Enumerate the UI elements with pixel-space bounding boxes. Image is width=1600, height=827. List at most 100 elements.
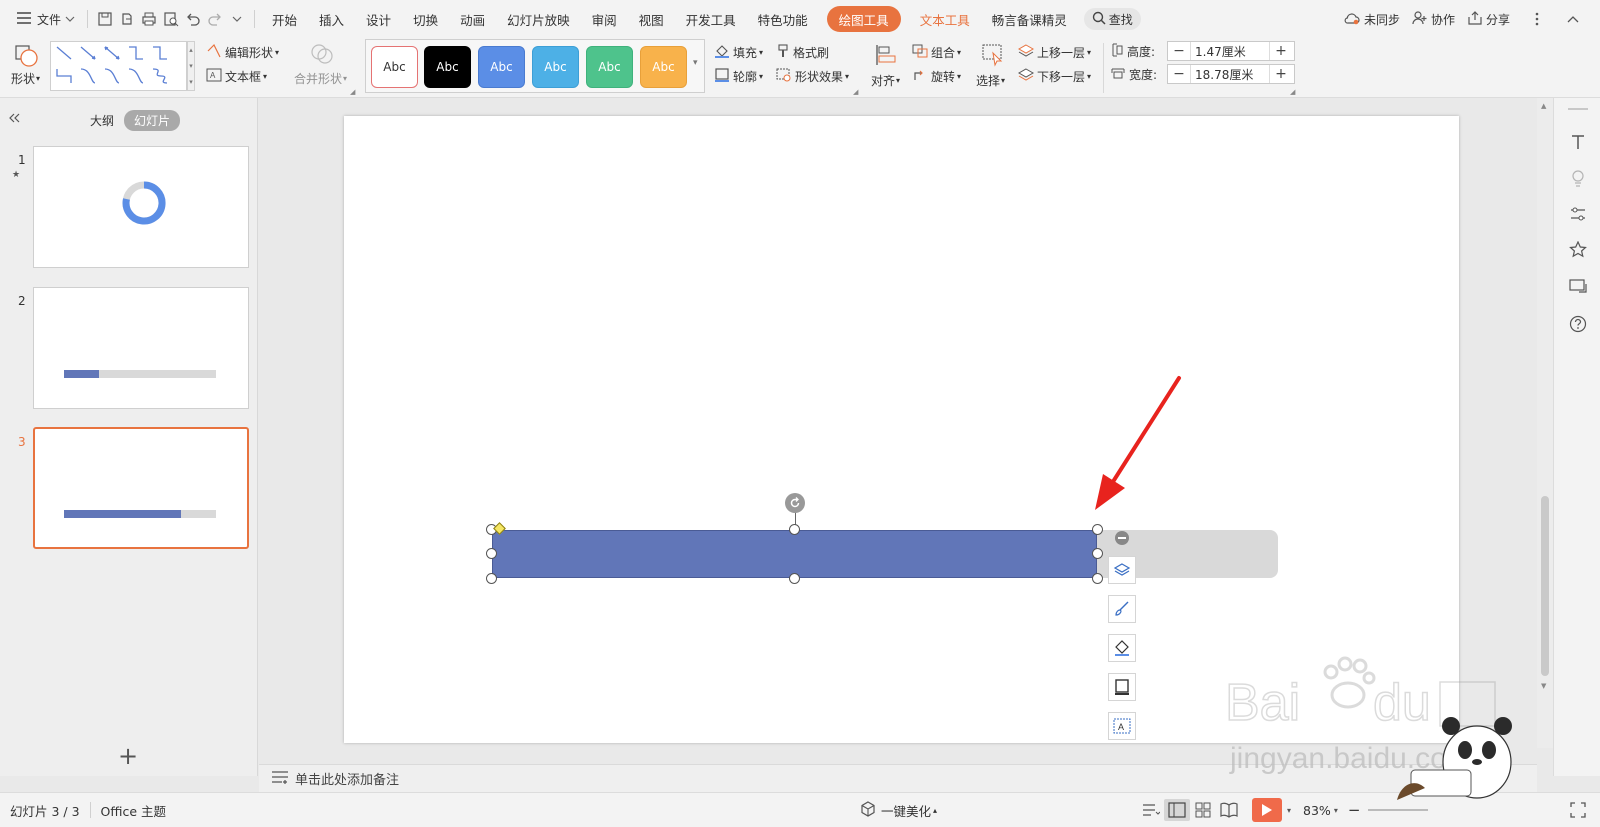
notes-bar[interactable]: 单击此处添加备注 [259,764,1537,792]
search-button[interactable]: 查找 [1083,8,1141,30]
print-preview-icon[interactable] [160,8,182,30]
resize-handle-bottom[interactable] [788,573,800,584]
lightbulb-icon[interactable] [1568,168,1588,188]
gallery-scroll[interactable]: ▴ ▾ ▾ [187,41,195,91]
tab-view[interactable]: 视图 [628,6,675,32]
size-launcher-icon[interactable]: ◢ [1290,88,1295,96]
scroll-up-icon[interactable]: ▲ [1541,102,1546,110]
edit-shape-button[interactable]: 编辑形状 ▾ [206,43,279,61]
width-increase-button[interactable]: + [1270,65,1292,83]
slide-transition-icon[interactable] [1568,276,1588,296]
chevron-down-icon[interactable]: ▾ [1334,806,1338,815]
style-swatch-blue[interactable]: Abc [478,46,525,88]
zoom-level[interactable]: 83% [1303,803,1331,818]
slide-canvas[interactable]: A [344,116,1459,743]
output-icon[interactable] [116,8,138,30]
format-painter-button[interactable]: 格式刷 [776,44,829,61]
more-icon[interactable] [1526,8,1548,30]
tab-design[interactable]: 设计 [355,6,402,32]
collapse-panel-icon[interactable] [8,112,20,126]
normal-view-icon[interactable] [1164,799,1190,821]
bring-forward-button[interactable]: 上移一层 ▾ [1017,44,1091,61]
fill-button[interactable]: 填充 ▾ [714,44,763,61]
height-input[interactable]: 1.47厘米 [1190,42,1270,60]
tab-transitions[interactable]: 切换 [402,6,449,32]
tab-slides[interactable]: 幻灯片 [124,110,181,131]
vertical-scrollbar[interactable]: ▲ ▼ [1537,98,1553,748]
tab-drawing-tools[interactable]: 绘图工具 [826,6,901,32]
settings-sliders-icon[interactable] [1568,204,1588,224]
style-swatch-lightblue[interactable]: Abc [532,46,579,88]
fit-window-icon[interactable] [1570,802,1586,821]
resize-handle-top[interactable] [788,524,800,535]
merge-shape-button[interactable]: 合并形状 ▾ [290,38,352,98]
rotate-button[interactable]: 旋转 ▾ [912,68,961,85]
shape-effects-button[interactable]: 形状效果 ▾ [776,68,849,85]
send-backward-button[interactable]: 下移一层 ▾ [1017,68,1091,85]
tab-lesson-helper[interactable]: 畅言备课精灵 [981,6,1078,32]
style-swatch-green[interactable]: Abc [586,46,633,88]
file-menu[interactable]: 文件 [10,6,81,32]
style-swatch-black[interactable]: Abc [424,46,471,88]
collaborate-button[interactable]: 协作 [1406,6,1461,32]
tab-special[interactable]: 特色功能 [747,6,819,32]
slide-thumbnail-2[interactable] [33,287,249,409]
line-shapes-gallery[interactable] [50,41,187,91]
group-launcher-icon[interactable]: ◢ [350,88,355,96]
tab-review[interactable]: 审阅 [581,6,628,32]
group-launcher-icon[interactable]: ◢ [853,88,858,96]
undo-icon[interactable] [182,8,204,30]
tab-home[interactable]: 开始 [261,6,308,32]
scroll-thumb[interactable] [1541,496,1549,676]
style-swatch-orange[interactable]: Abc [640,46,687,88]
reading-view-icon[interactable] [1216,799,1242,821]
chevron-down-icon[interactable]: ▾ [1287,806,1291,815]
shapes-button[interactable]: 形状 ▾ [0,38,48,98]
gallery-more-icon[interactable]: ▾ [693,58,698,68]
resize-handle-right[interactable] [1092,548,1103,559]
group-button[interactable]: 组合 ▾ [912,44,961,61]
layer-style-button[interactable] [1108,556,1136,584]
height-decrease-button[interactable]: − [1168,42,1190,60]
beautify-button[interactable]: 一键美化 ▴ [860,801,937,820]
sync-button[interactable]: 未同步 [1337,6,1406,32]
shape-fill-button[interactable] [1108,634,1136,662]
add-slide-button[interactable]: + [118,744,138,768]
style-swatch-white[interactable]: Abc [371,46,418,88]
height-increase-button[interactable]: + [1270,42,1292,60]
select-button[interactable]: 选择 ▾ [972,40,1014,96]
customize-toolbar-icon[interactable] [226,8,248,30]
save-icon[interactable] [94,8,116,30]
play-slideshow-button[interactable] [1252,798,1282,822]
resize-handle-left[interactable] [486,548,497,559]
tab-animations[interactable]: 动画 [449,6,496,32]
collapse-ribbon-icon[interactable] [1562,8,1584,30]
shape-style-button[interactable] [1108,595,1136,623]
redo-icon[interactable] [204,8,226,30]
collapse-toolbar-icon[interactable] [1115,531,1129,545]
slide-thumbnail-3[interactable] [33,427,249,549]
width-input[interactable]: 18.78厘米 [1190,65,1270,83]
tab-text-tools[interactable]: 文本工具 [909,6,981,32]
slide-thumbnail-1[interactable] [33,146,249,268]
tab-slideshow[interactable]: 幻灯片放映 [496,6,581,32]
tab-developer[interactable]: 开发工具 [675,6,747,32]
resize-handle-top-right[interactable] [1092,524,1103,535]
notes-toggle-icon[interactable] [1138,799,1164,821]
grid-view-icon[interactable] [1190,799,1216,821]
textbox-button[interactable]: A 文本框 ▾ [206,68,267,85]
tab-outline[interactable]: 大纲 [80,110,124,131]
shape-outline-button[interactable] [1108,673,1136,701]
print-icon[interactable] [138,8,160,30]
text-wrap-button[interactable]: A [1108,712,1136,740]
animation-star-icon[interactable] [1568,240,1588,260]
width-decrease-button[interactable]: − [1168,65,1190,83]
zoom-out-button[interactable]: − [1348,801,1361,819]
outline-button[interactable]: 轮廓 ▾ [714,68,763,85]
rotate-handle[interactable] [784,493,805,513]
help-icon[interactable] [1568,314,1588,334]
align-button[interactable]: 对齐 ▾ [866,40,906,96]
zoom-slider[interactable] [1368,809,1429,811]
resize-handle-bottom-left[interactable] [486,573,497,584]
theme-name[interactable]: Office 主题 [101,801,166,820]
